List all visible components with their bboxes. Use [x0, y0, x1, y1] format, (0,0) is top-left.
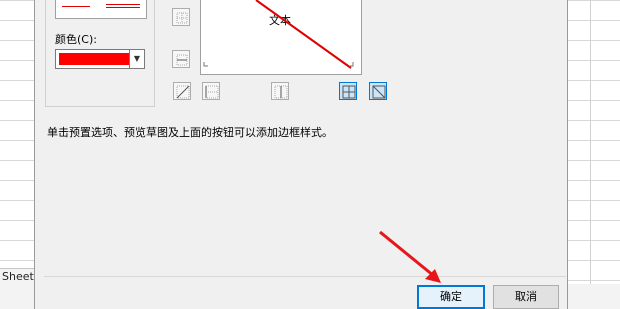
annotation-arrow	[379, 230, 441, 283]
